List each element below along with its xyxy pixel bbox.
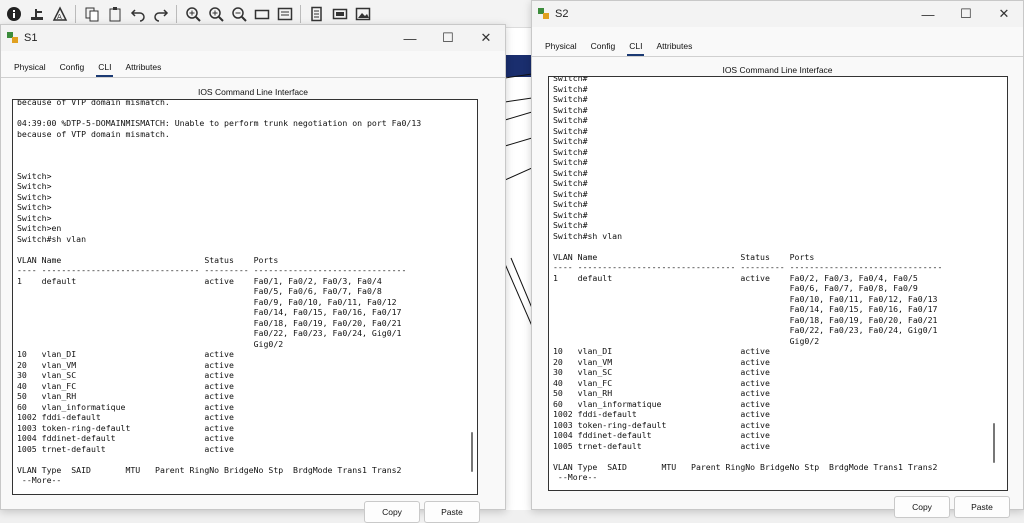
tab-config[interactable]: Config bbox=[584, 41, 623, 56]
tab-physical[interactable]: Physical bbox=[538, 41, 584, 56]
maximize-button[interactable]: ☐ bbox=[429, 25, 467, 51]
zoom-out-icon[interactable] bbox=[229, 4, 249, 24]
activity-wizard-icon[interactable]: A bbox=[50, 4, 70, 24]
paste-button[interactable]: Paste bbox=[424, 501, 480, 523]
redo-icon[interactable] bbox=[151, 4, 171, 24]
panel-title: IOS Command Line Interface bbox=[722, 65, 833, 75]
toolbar-separator bbox=[176, 4, 177, 23]
zoom-in-icon[interactable] bbox=[183, 4, 203, 24]
list-icon[interactable] bbox=[307, 4, 327, 24]
copy-icon[interactable] bbox=[82, 4, 102, 24]
custom-device-icon[interactable] bbox=[275, 4, 295, 24]
window-s1: S1 — ☐ ✕ Physical Config CLI Attributes … bbox=[0, 24, 506, 523]
minimize-button[interactable]: — bbox=[909, 1, 947, 27]
tab-bar: Physical Config CLI Attributes bbox=[1, 57, 505, 78]
network-wizard-icon[interactable] bbox=[27, 4, 47, 24]
image-icon[interactable] bbox=[353, 4, 373, 24]
cli-output: because of VTP domain mismatch. 04:39:00… bbox=[17, 99, 422, 485]
cli-terminal[interactable]: Switch# Switch# Switch# Switch# Switch# … bbox=[548, 76, 1008, 491]
cli-output: Switch# Switch# Switch# Switch# Switch# … bbox=[553, 76, 943, 482]
tab-attributes[interactable]: Attributes bbox=[118, 62, 168, 77]
tab-attributes[interactable]: Attributes bbox=[649, 41, 699, 56]
scrollbar-thumb[interactable] bbox=[993, 423, 995, 463]
svg-text:A: A bbox=[57, 13, 62, 21]
maximize-button[interactable]: ☐ bbox=[947, 1, 985, 27]
window-s2: S2 — ☐ ✕ Physical Config CLI Attributes … bbox=[531, 0, 1024, 518]
window-title: S1 bbox=[24, 32, 38, 44]
copy-button[interactable]: Copy bbox=[364, 501, 420, 523]
panel-title: IOS Command Line Interface bbox=[197, 87, 309, 97]
titlebar-s2[interactable]: S2 — ☐ ✕ bbox=[532, 1, 1023, 27]
palette-icon[interactable] bbox=[330, 4, 350, 24]
cli-terminal[interactable]: because of VTP domain mismatch. 04:39:00… bbox=[12, 99, 478, 495]
close-button[interactable]: ✕ bbox=[467, 25, 505, 51]
workspace-canvas[interactable] bbox=[505, 28, 532, 510]
undo-icon[interactable] bbox=[128, 4, 148, 24]
paste-icon[interactable] bbox=[105, 4, 125, 24]
toolbar-separator bbox=[300, 4, 301, 23]
titlebar-s1[interactable]: S1 — ☐ ✕ bbox=[1, 25, 505, 51]
zoom-reset-icon[interactable] bbox=[206, 4, 226, 24]
tab-cli[interactable]: CLI bbox=[622, 41, 649, 56]
network-links bbox=[505, 73, 532, 327]
close-button[interactable]: ✕ bbox=[985, 1, 1023, 27]
draw-rectangle-icon[interactable] bbox=[252, 4, 272, 24]
packet-tracer-icon bbox=[7, 32, 19, 44]
packet-tracer-icon bbox=[538, 8, 550, 20]
copy-button[interactable]: Copy bbox=[894, 496, 950, 518]
tab-physical[interactable]: Physical bbox=[7, 62, 53, 77]
tab-config[interactable]: Config bbox=[53, 62, 92, 77]
minimize-button[interactable]: — bbox=[391, 25, 429, 51]
window-title: S2 bbox=[555, 8, 569, 20]
scrollbar-thumb[interactable] bbox=[471, 432, 473, 472]
tab-cli[interactable]: CLI bbox=[91, 62, 118, 77]
toolbar-separator bbox=[75, 4, 76, 23]
tab-bar: Physical Config CLI Attributes bbox=[532, 36, 1023, 57]
paste-button[interactable]: Paste bbox=[954, 496, 1010, 518]
info-icon[interactable] bbox=[4, 4, 24, 24]
